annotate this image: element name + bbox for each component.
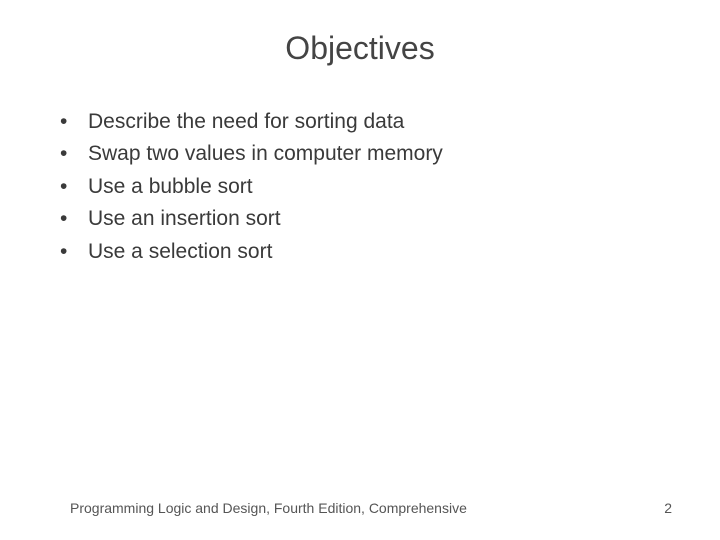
list-item: Use an insertion sort — [60, 204, 680, 234]
slide-footer: Programming Logic and Design, Fourth Edi… — [0, 500, 720, 516]
objectives-list: Describe the need for sorting data Swap … — [0, 107, 720, 267]
page-number: 2 — [664, 500, 672, 516]
list-item: Use a bubble sort — [60, 172, 680, 202]
list-item: Swap two values in computer memory — [60, 139, 680, 169]
slide: Objectives Describe the need for sorting… — [0, 0, 720, 540]
list-item: Use a selection sort — [60, 237, 680, 267]
slide-title: Objectives — [0, 0, 720, 107]
footer-text: Programming Logic and Design, Fourth Edi… — [70, 500, 467, 516]
list-item: Describe the need for sorting data — [60, 107, 680, 137]
